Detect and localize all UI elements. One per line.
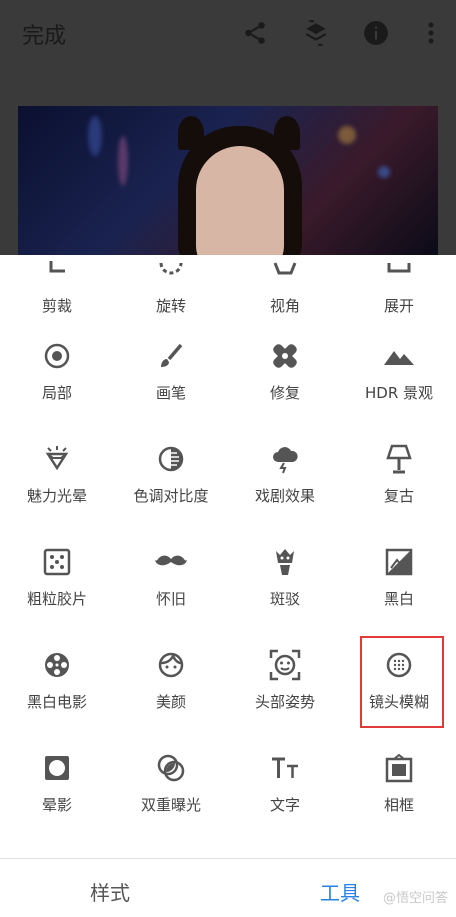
tool-label: 戏剧效果 (254, 487, 315, 505)
tool-label: 复古 (383, 487, 414, 505)
crop-icon (41, 253, 73, 285)
frame-icon (383, 752, 415, 784)
brush-icon (155, 340, 187, 372)
double-exposure-icon (155, 752, 187, 784)
tool-label: 文字 (269, 796, 300, 814)
black-white-icon (383, 546, 415, 578)
watermark: @悟空问答 (382, 891, 448, 906)
rotate-icon (155, 253, 187, 285)
tool-tonal-contrast[interactable]: 色调对比度 (114, 443, 228, 546)
healing-icon (269, 340, 301, 372)
tool-brush[interactable]: 画笔 (114, 340, 228, 443)
tool-retrolux[interactable]: 怀旧 (114, 546, 228, 649)
film-reel-icon (41, 649, 73, 681)
tool-glamour-glow[interactable]: 魅力光晕 (0, 443, 114, 546)
tool-label: 相框 (383, 796, 414, 814)
tool-selective[interactable]: 局部 (0, 340, 114, 443)
tool-label: 怀旧 (155, 590, 186, 608)
tool-label: 晕影 (41, 796, 72, 814)
text-icon (269, 752, 301, 784)
vignette-icon (41, 752, 73, 784)
tool-label: 色调对比度 (133, 487, 209, 505)
bottom-tab-bar: 样式 工具 @悟空问答 (0, 858, 456, 917)
tool-portrait[interactable]: 美颜 (114, 649, 228, 752)
tool-grainy-film[interactable]: 粗粒胶片 (0, 546, 114, 649)
share-icon[interactable] (240, 18, 270, 48)
tool-label: 展开 (383, 297, 414, 315)
tool-label: 黑白电影 (26, 693, 87, 711)
tool-label: 魅力光晕 (26, 487, 87, 505)
tool-double-exposure[interactable]: 双重曝光 (114, 752, 228, 855)
grainy-film-icon (41, 546, 73, 578)
tool-label: 视角 (269, 297, 300, 315)
tool-label: 画笔 (155, 384, 186, 402)
layers-icon[interactable] (301, 18, 331, 48)
selection-highlight (360, 636, 444, 728)
tool-label: 修复 (269, 384, 300, 402)
expand-icon (383, 253, 415, 285)
tool-label: 美颜 (155, 693, 186, 711)
hdr-mountain-icon (383, 340, 415, 372)
tool-label: 黑白 (383, 590, 414, 608)
tool-label: 局部 (41, 384, 72, 402)
tab-tools[interactable]: 工具 (320, 877, 360, 906)
tool-text[interactable]: 文字 (228, 752, 342, 855)
tool-vignette[interactable]: 晕影 (0, 752, 114, 855)
perspective-icon (269, 253, 301, 285)
drama-cloud-icon (269, 443, 301, 475)
tool-label: 旋转 (155, 297, 186, 315)
photo-preview (18, 106, 438, 255)
glamour-glow-icon (41, 443, 73, 475)
done-button[interactable]: 完成 (22, 18, 66, 50)
tab-styles[interactable]: 样式 (90, 877, 130, 906)
tool-label: 粗粒胶片 (26, 590, 87, 608)
top-bar: 完成 (0, 0, 456, 255)
tool-drama[interactable]: 戏剧效果 (228, 443, 342, 546)
tool-label: 双重曝光 (140, 796, 201, 814)
mustache-icon (155, 546, 187, 578)
info-icon[interactable] (361, 18, 391, 48)
tool-noir[interactable]: 黑白电影 (0, 649, 114, 752)
tool-label: 斑驳 (269, 590, 300, 608)
more-icon[interactable] (416, 18, 446, 48)
tool-black-white[interactable]: 黑白 (342, 546, 456, 649)
tool-healing[interactable]: 修复 (228, 340, 342, 443)
head-pose-icon (269, 649, 301, 681)
tool-head-pose[interactable]: 头部姿势 (228, 649, 342, 752)
tool-hdr[interactable]: HDR 景观 (342, 340, 456, 443)
tonal-contrast-icon (155, 443, 187, 475)
vintage-lamp-icon (383, 443, 415, 475)
tool-vintage[interactable]: 复古 (342, 443, 456, 546)
face-icon (155, 649, 187, 681)
tool-grunge[interactable]: 斑驳 (228, 546, 342, 649)
tool-frames[interactable]: 相框 (342, 752, 456, 855)
tool-label: 剪裁 (41, 297, 72, 315)
tool-label: HDR 景观 (364, 384, 434, 402)
grunge-icon (269, 546, 301, 578)
tool-label: 头部姿势 (254, 693, 315, 711)
selective-icon (41, 340, 73, 372)
